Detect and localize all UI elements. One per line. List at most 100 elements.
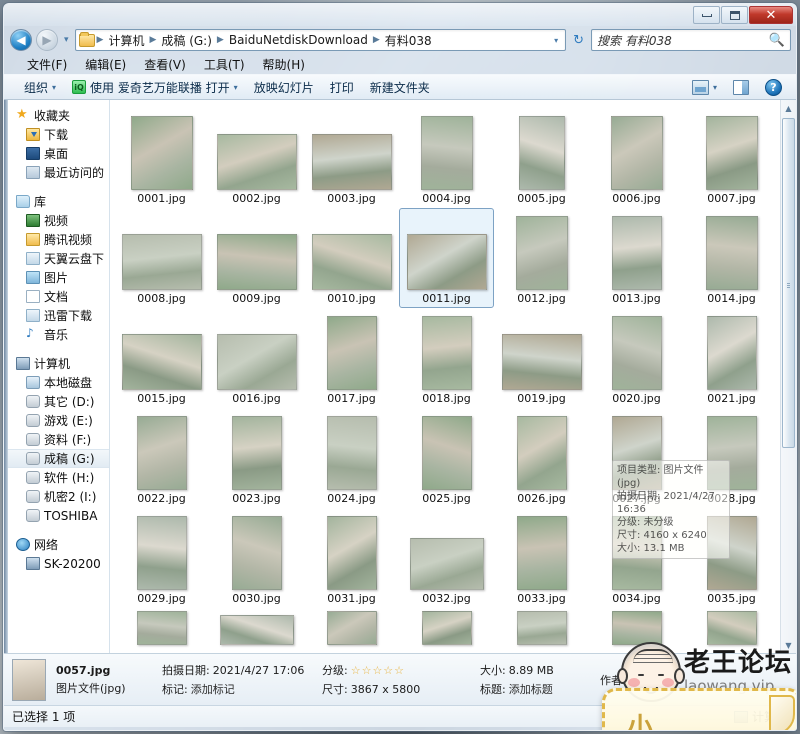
menu-item-file[interactable]: 文件(F) (18, 54, 76, 75)
file-item[interactable]: 0002.jpg (209, 108, 304, 208)
file-item[interactable]: 0012.jpg (494, 208, 589, 308)
file-item[interactable]: 0033.jpg (494, 508, 589, 608)
file-item[interactable]: 0010.jpg (304, 208, 399, 308)
file-item[interactable]: 0004.jpg (399, 108, 494, 208)
back-button[interactable]: ◀ (10, 29, 32, 51)
sidebar-item-music[interactable]: ♪ 音乐 (4, 325, 109, 344)
file-item-partial[interactable] (399, 608, 494, 648)
file-item[interactable]: 0023.jpg (209, 408, 304, 508)
file-item[interactable]: 0003.jpg (304, 108, 399, 208)
file-item[interactable]: 0019.jpg (494, 308, 589, 408)
open-with-button[interactable]: iQ 使用 爱奇艺万能联播 打开 ▾ (64, 76, 246, 99)
address-bar[interactable]: ▶ 计算机 ▶ 成稿 (G:) ▶ BaiduNetdiskDownload ▶… (74, 29, 567, 51)
minimize-button[interactable] (693, 6, 720, 24)
chevron-down-icon[interactable]: ▾ (550, 36, 562, 45)
sidebar-group-libraries[interactable]: 库 (4, 192, 109, 211)
file-item[interactable]: 0017.jpg (304, 308, 399, 408)
sidebar-item-tencent-video[interactable]: 腾讯视频 (4, 230, 109, 249)
sidebar-item-drive-f[interactable]: 资料 (F:) (4, 430, 109, 449)
close-button[interactable]: ✕ (749, 6, 793, 24)
file-item[interactable]: 0029.jpg (114, 508, 209, 608)
organize-button[interactable]: 组织 ▾ (16, 76, 64, 99)
sidebar-item-drive-h[interactable]: 软件 (H:) (4, 468, 109, 487)
file-list-pane[interactable]: 0001.jpg 0002.jpg 0003.jpg 0004.jpg 0005.jpg… (110, 100, 796, 653)
file-item[interactable]: 0018.jpg (399, 308, 494, 408)
new-folder-button[interactable]: 新建文件夹 (362, 76, 438, 99)
file-item[interactable]: 0034.jpg (589, 508, 684, 608)
change-view-button[interactable]: ▾ (684, 77, 725, 98)
sidebar-item-downloads[interactable]: 下载 (4, 125, 109, 144)
sidebar-item-tianyi-cloud[interactable]: 天翼云盘下 (4, 249, 109, 268)
file-item[interactable]: 0007.jpg (684, 108, 779, 208)
sidebar-item-drive-i[interactable]: 机密2 (I:) (4, 487, 109, 506)
file-item[interactable]: 0016.jpg (209, 308, 304, 408)
sidebar-item-drive-e[interactable]: 游戏 (E:) (4, 411, 109, 430)
breadcrumb-item-3[interactable]: 有料038 (382, 31, 435, 50)
file-name-label: 0016.jpg (232, 392, 281, 405)
sidebar-item-videos[interactable]: 视频 (4, 211, 109, 230)
file-item[interactable]: 0001.jpg (114, 108, 209, 208)
file-item[interactable]: 0027.jpg (589, 408, 684, 508)
sidebar-item-pictures[interactable]: 图片 (4, 268, 109, 287)
file-item[interactable]: 0005.jpg (494, 108, 589, 208)
details-tag-value[interactable]: 添加标记 (191, 681, 235, 697)
sidebar-item-drive-d[interactable]: 其它 (D:) (4, 392, 109, 411)
file-item[interactable]: 0009.jpg (209, 208, 304, 308)
file-item[interactable]: 0025.jpg (399, 408, 494, 508)
history-dropdown-button[interactable]: ▾ (62, 35, 71, 45)
file-item[interactable]: 0015.jpg (114, 308, 209, 408)
menu-item-edit[interactable]: 编辑(E) (76, 54, 135, 75)
refresh-button[interactable]: ↻ (570, 33, 587, 48)
menu-item-view[interactable]: 查看(V) (135, 54, 195, 75)
scroll-up-icon[interactable]: ▲ (781, 100, 796, 116)
file-item[interactable]: 0011.jpg (399, 208, 494, 308)
print-button[interactable]: 打印 (322, 76, 362, 99)
menu-item-help[interactable]: 帮助(H) (254, 54, 314, 75)
breadcrumb-item-0[interactable]: 计算机 (105, 31, 147, 50)
thumbnail-wrapper (421, 609, 472, 645)
file-item[interactable]: 0026.jpg (494, 408, 589, 508)
file-item[interactable]: 0013.jpg (589, 208, 684, 308)
sidebar-group-network[interactable]: 网络 (4, 535, 109, 554)
file-item[interactable]: 0028.jpg (684, 408, 779, 508)
file-item[interactable]: 0022.jpg (114, 408, 209, 508)
iqiyi-icon: iQ (72, 80, 87, 94)
vertical-scrollbar[interactable]: ▲ ▼ (780, 100, 796, 653)
file-item[interactable]: 0006.jpg (589, 108, 684, 208)
file-item[interactable]: 0020.jpg (589, 308, 684, 408)
sidebar-group-computer[interactable]: 计算机 (4, 354, 109, 373)
search-input[interactable]: 搜索 有料038 🔍 (591, 29, 791, 51)
slideshow-button[interactable]: 放映幻灯片 (246, 76, 322, 99)
file-item[interactable]: 0031.jpg (304, 508, 399, 608)
sidebar-item-toshiba[interactable]: TOSHIBA (4, 506, 109, 525)
maximize-button[interactable] (721, 6, 748, 24)
sidebar-item-network-computer[interactable]: SK-20200 (4, 554, 109, 573)
breadcrumb-item-2[interactable]: BaiduNetdiskDownload (226, 32, 371, 48)
sidebar-item-thunder-download[interactable]: 迅雷下载 (4, 306, 109, 325)
breadcrumb-item-1[interactable]: 成稿 (G:) (158, 31, 215, 50)
file-item[interactable]: 0008.jpg (114, 208, 209, 308)
forward-button[interactable]: ▶ (36, 29, 58, 51)
file-item-partial[interactable] (494, 608, 589, 648)
file-item-partial[interactable] (114, 608, 209, 648)
file-item-partial[interactable] (209, 608, 304, 648)
menu-item-tools[interactable]: 工具(T) (195, 54, 254, 75)
file-item[interactable]: 0021.jpg (684, 308, 779, 408)
file-item[interactable]: 0030.jpg (209, 508, 304, 608)
scrollbar-thumb[interactable] (782, 118, 795, 448)
preview-pane-button[interactable] (725, 77, 757, 98)
sidebar-item-drive-g[interactable]: 成稿 (G:) (4, 449, 109, 468)
file-item[interactable]: 0032.jpg (399, 508, 494, 608)
file-item-partial[interactable] (304, 608, 399, 648)
details-title-value[interactable]: 添加标题 (509, 681, 553, 697)
file-item[interactable]: 0024.jpg (304, 408, 399, 508)
file-item[interactable]: 0014.jpg (684, 208, 779, 308)
rating-stars-icon[interactable]: ☆☆☆☆☆ (351, 664, 405, 677)
sidebar-item-local-disk[interactable]: 本地磁盘 (4, 373, 109, 392)
sidebar-group-favorites[interactable]: ★ 收藏夹 (4, 106, 109, 125)
sidebar-item-documents[interactable]: 文档 (4, 287, 109, 306)
help-button[interactable]: ? (757, 76, 790, 99)
file-item[interactable]: 0035.jpg (684, 508, 779, 608)
sidebar-item-desktop[interactable]: 桌面 (4, 144, 109, 163)
sidebar-item-recent-places[interactable]: 最近访问的 (4, 163, 109, 182)
